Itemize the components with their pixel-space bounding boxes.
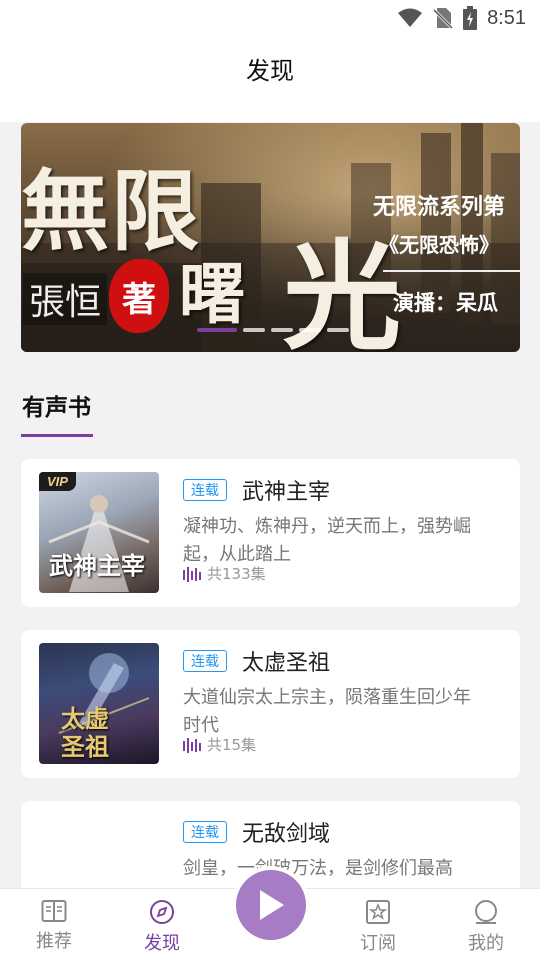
banner-divider [383,270,520,272]
banner-author: 張恒 [23,273,108,325]
book-title[interactable]: 太虚圣祖 [242,645,330,677]
book-card[interactable]: VIP 武神主宰 连载 武神主宰 凝神功、炼神丹，逆天而上，强势崛起，从此踏上 … [21,459,520,607]
nav-item-recommend[interactable]: 推荐 [9,889,99,961]
banner-title-2: 曙 [179,255,245,333]
status-bar: 8:51 [0,0,540,36]
nav-item-subscribe[interactable]: 订阅 [333,889,423,961]
status-time: 8:51 [487,6,526,29]
episode-count-text: 共15集 [207,736,257,754]
status-badge: 连载 [183,650,227,672]
status-badge: 连载 [183,821,227,843]
status-badge: 连载 [183,479,227,501]
user-icon [475,900,497,924]
banner-pagination [197,328,349,332]
section-title-audiobooks[interactable]: 有声书 [22,388,91,422]
book-cover: 太虚圣祖 [39,643,159,764]
battery-charging-icon [463,6,478,30]
book-description: 凝神功、炼神丹，逆天而上，强势崛起，从此踏上 [183,516,471,565]
book-description: 剑皇，一剑破万法，是剑修们最高 [183,858,453,879]
page-header: 发现 [0,36,540,122]
page-dot[interactable] [243,328,265,332]
book-title[interactable]: 武神主宰 [242,474,330,506]
book-card[interactable]: 太虚圣祖 连载 太虚圣祖 大道仙宗太上宗主，陨落重生回少年时代 共15集 [21,630,520,778]
banner-subtitle-2: 《无限恐怖》 [379,233,499,257]
star-bookmark-icon [366,900,390,924]
cover-title: 武神主宰 [49,551,145,580]
nav-item-discover[interactable]: 发现 [117,889,207,961]
promo-banner[interactable]: 無限 光 曙 張恒 著 无限流系列第 《无限恐怖》 演播：呆瓜 [21,123,520,352]
page-dot[interactable] [271,328,293,332]
nav-label: 推荐 [36,931,72,952]
nav-label: 订阅 [360,933,396,954]
book-icon [41,900,67,922]
play-button[interactable] [236,870,306,940]
compass-icon [150,900,174,924]
no-sim-icon [433,8,454,29]
banner-subtitle-1: 无限流系列第 [373,194,506,220]
banner-narrator: 演播：呆瓜 [393,290,498,315]
book-title[interactable]: 无敌剑域 [242,816,330,848]
nav-item-mine[interactable]: 我的 [441,889,531,961]
vip-badge: VIP [39,472,76,491]
cover-title: 太虚圣祖 [61,704,109,761]
sound-wave-icon [183,566,201,582]
episode-count-text: 共133集 [207,565,266,583]
banner-seal: 著 [109,259,169,333]
page-dot[interactable] [327,328,349,332]
book-description: 大道仙宗太上宗主，陨落重生回少年时代 [183,687,471,736]
page-title: 发现 [246,56,294,85]
nav-label: 我的 [468,933,504,954]
page-dot[interactable] [299,328,321,332]
episode-count: 共133集 [183,563,266,584]
wifi-icon [398,8,423,27]
sound-wave-icon [183,737,201,753]
section-tab-indicator [21,434,93,437]
nav-label: 发现 [144,933,180,954]
play-icon [260,890,284,920]
book-cover: VIP 武神主宰 [39,472,159,593]
episode-count: 共15集 [183,734,256,755]
page-dot-active[interactable] [197,328,237,332]
banner-title-1: 無限 [21,159,202,263]
